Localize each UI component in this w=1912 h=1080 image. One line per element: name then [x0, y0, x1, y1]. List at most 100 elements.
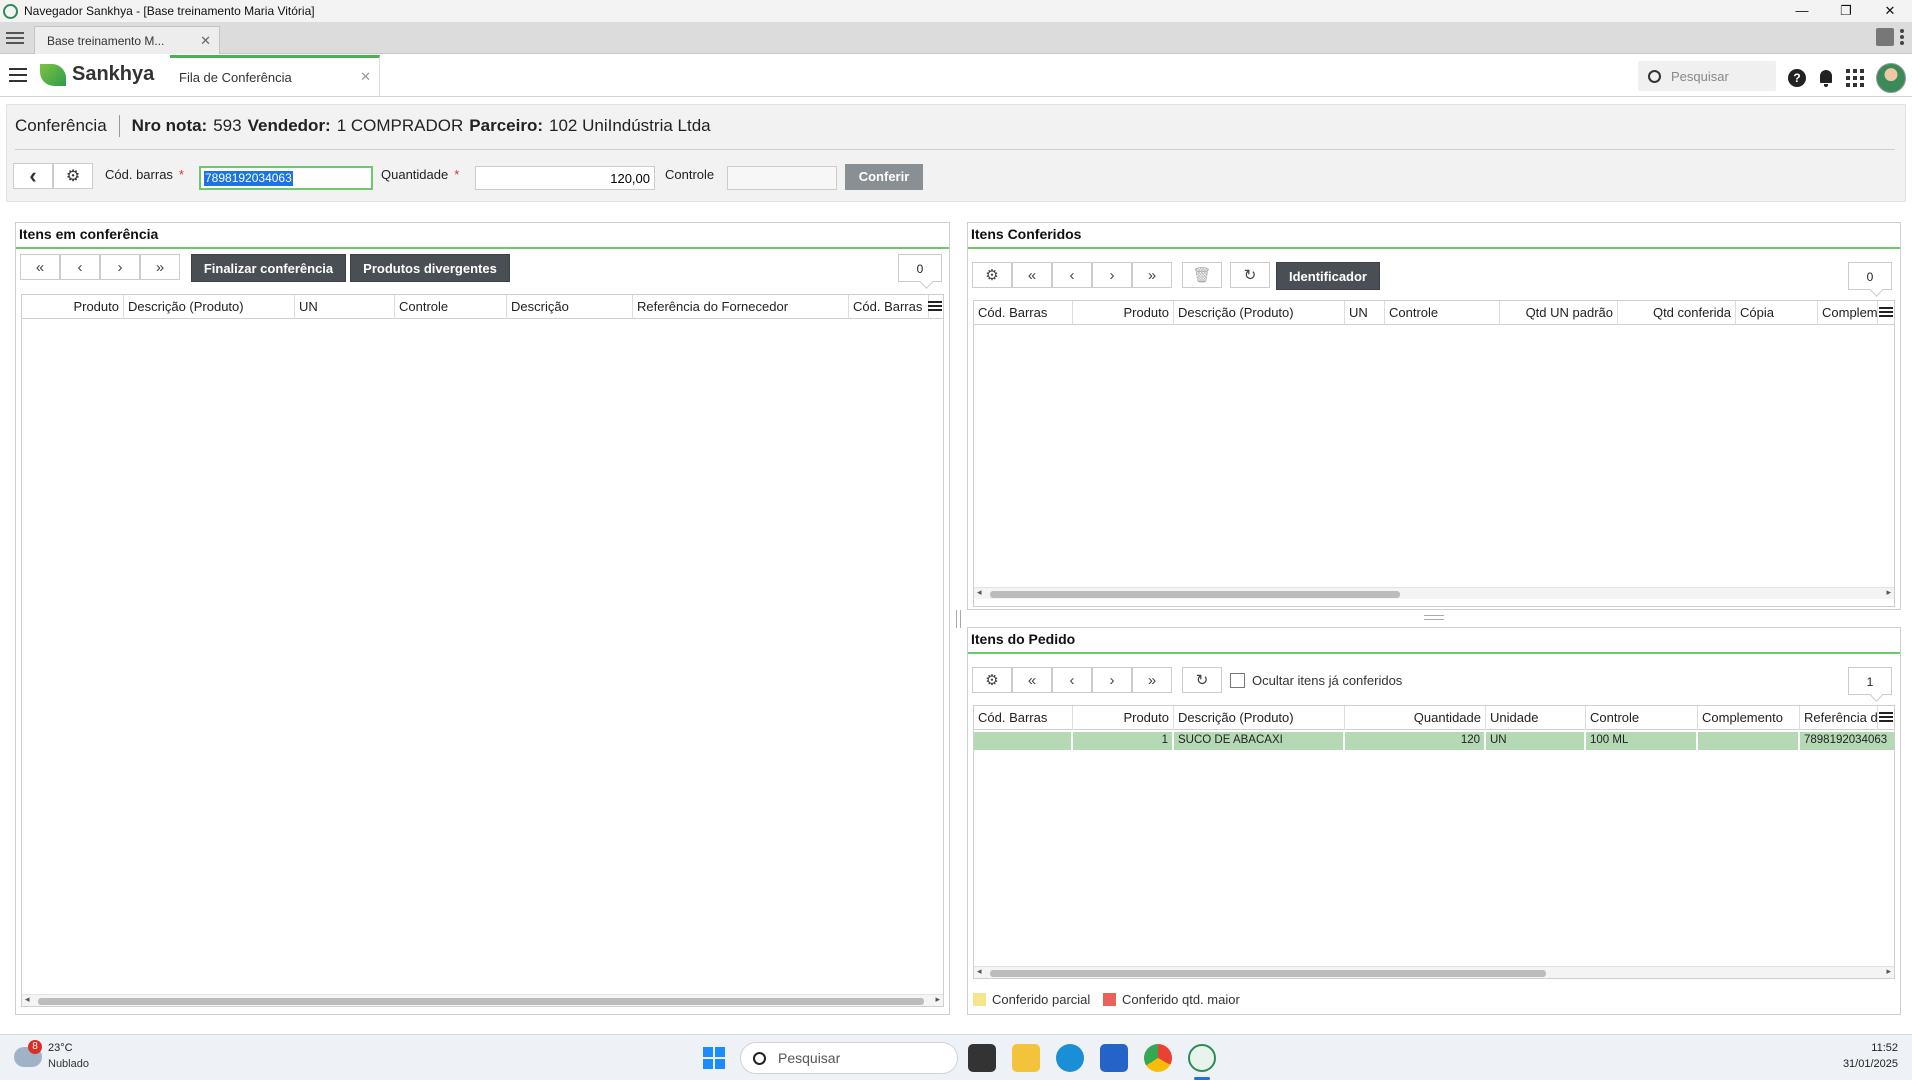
horizontal-splitter-handle[interactable]	[1424, 615, 1444, 620]
col-referencia-fornecedor[interactable]: Referência do Fornecedor	[633, 295, 849, 319]
edge-browser-icon[interactable]	[1056, 1044, 1084, 1072]
col-un[interactable]: UN	[1345, 301, 1385, 325]
minimize-button[interactable]: —	[1780, 0, 1824, 22]
controle-input[interactable]	[727, 166, 837, 190]
browser-tab-close-icon[interactable]: ✕	[200, 33, 211, 49]
last-page-button[interactable]: »	[1132, 667, 1172, 693]
chevron-left-icon: ‹	[77, 258, 83, 276]
col-descricao-produto[interactable]: Descrição (Produto)	[124, 295, 295, 319]
last-page-button[interactable]: »	[140, 254, 180, 280]
back-button[interactable]: ‹	[13, 163, 53, 189]
scroll-left-icon[interactable]: ◂	[25, 994, 30, 1005]
prev-page-button[interactable]: ‹	[1052, 262, 1092, 288]
notifications-bell-icon[interactable]	[1818, 69, 1834, 87]
next-page-button[interactable]: ›	[1092, 262, 1132, 288]
col-controle[interactable]: Controle	[1385, 301, 1500, 325]
scroll-right-icon[interactable]: ▸	[1886, 966, 1891, 977]
col-qtd-conferida[interactable]: Qtd conferida	[1618, 301, 1736, 325]
main-menu-icon[interactable]	[9, 68, 27, 83]
scroll-right-icon[interactable]: ▸	[1886, 587, 1891, 598]
scroll-right-icon[interactable]: ▸	[935, 994, 940, 1005]
col-complemento[interactable]: Complemento	[1698, 706, 1800, 730]
scroll-left-icon[interactable]: ◂	[977, 587, 982, 598]
col-referencia-fornecedor[interactable]: Referência do Fornecedor	[1800, 706, 1878, 730]
close-window-button[interactable]: ✕	[1868, 0, 1912, 22]
browser-tab[interactable]: Base treinamento M... ✕	[34, 26, 220, 54]
next-page-button[interactable]: ›	[1092, 667, 1132, 693]
taskbar-search[interactable]: Pesquisar	[740, 1042, 958, 1074]
col-cod-barras[interactable]: Cód. Barras	[849, 295, 929, 319]
restore-button[interactable]: ❐	[1824, 0, 1868, 22]
col-quantidade[interactable]: Quantidade	[1345, 706, 1486, 730]
next-page-button[interactable]: ›	[100, 254, 140, 280]
refresh-button[interactable]: ↻	[1230, 262, 1270, 288]
vertical-splitter-handle[interactable]	[956, 610, 961, 628]
scroll-thumb[interactable]	[38, 998, 924, 1005]
col-descricao-produto[interactable]: Descrição (Produto)	[1174, 706, 1345, 730]
sankhya-logo[interactable]: Sankhya	[40, 63, 154, 86]
clock-date[interactable]: 31/01/2025	[1843, 1058, 1898, 1070]
chrome-icon[interactable]	[1144, 1044, 1172, 1072]
col-descricao-produto[interactable]: Descrição (Produto)	[1174, 301, 1345, 325]
col-produto[interactable]: Produto	[1073, 706, 1174, 730]
clock-time[interactable]: 11:52	[1871, 1042, 1898, 1054]
task-view-icon[interactable]	[968, 1044, 996, 1072]
produtos-divergentes-button[interactable]: Produtos divergentes	[350, 254, 510, 282]
horizontal-scrollbar[interactable]: ◂ ▸	[974, 587, 1894, 599]
col-descricao[interactable]: Descrição	[507, 295, 633, 319]
table-row[interactable]: 1 SUCO DE ABACAXI 120 UN 100 ML 78981920…	[974, 732, 1894, 750]
col-un[interactable]: UN	[295, 295, 395, 319]
user-avatar[interactable]	[1876, 63, 1906, 93]
col-qtd-un-padrao[interactable]: Qtd UN padrão	[1500, 301, 1618, 325]
browser-menu-icon[interactable]	[6, 29, 24, 45]
first-page-button[interactable]: «	[1012, 262, 1052, 288]
first-page-button[interactable]: «	[1012, 667, 1052, 693]
col-controle[interactable]: Controle	[395, 295, 507, 319]
col-controle[interactable]: Controle	[1586, 706, 1698, 730]
col-unidade[interactable]: Unidade	[1486, 706, 1586, 730]
first-page-button[interactable]: «	[20, 254, 60, 280]
column-menu-icon[interactable]	[928, 301, 942, 313]
settings-button[interactable]: ⚙	[53, 163, 93, 189]
settings-button[interactable]: ⚙	[972, 667, 1012, 693]
col-cod-barras[interactable]: Cód. Barras	[974, 706, 1073, 730]
prev-page-button[interactable]: ‹	[60, 254, 100, 280]
col-produto[interactable]: Produto	[1073, 301, 1174, 325]
identificador-button[interactable]: Identificador	[1276, 262, 1380, 290]
ocultar-conferidos-label[interactable]: Ocultar itens já conferidos	[1252, 673, 1402, 688]
col-produto[interactable]: Produto	[22, 295, 124, 319]
windows-start-icon[interactable]	[703, 1047, 725, 1069]
store-icon[interactable]	[1100, 1044, 1128, 1072]
scroll-thumb[interactable]	[990, 970, 1546, 977]
conferir-button[interactable]: Conferir	[845, 164, 923, 190]
tab-fila-conferencia[interactable]: Fila de Conferência ✕	[170, 55, 380, 96]
global-search[interactable]: Pesquisar	[1638, 61, 1776, 91]
last-page-button[interactable]: »	[1132, 262, 1172, 288]
col-complemento[interactable]: Complemento	[1818, 301, 1878, 325]
apps-grid-icon[interactable]	[1846, 69, 1864, 87]
column-menu-icon[interactable]	[1879, 712, 1893, 724]
more-options-icon[interactable]	[1900, 29, 1904, 45]
scroll-thumb[interactable]	[990, 591, 1400, 598]
delete-button[interactable]: 🗑	[1182, 262, 1222, 288]
title-divider	[118, 115, 120, 137]
col-cod-barras[interactable]: Cód. Barras	[974, 301, 1073, 325]
horizontal-scrollbar[interactable]: ◂ ▸	[974, 966, 1894, 978]
scroll-left-icon[interactable]: ◂	[977, 966, 982, 977]
refresh-icon: ↻	[1195, 672, 1209, 689]
col-copia[interactable]: Cópia	[1736, 301, 1818, 325]
horizontal-scrollbar[interactable]: ◂ ▸	[22, 994, 943, 1006]
record-count: 0	[1848, 262, 1892, 290]
ocultar-conferidos-checkbox[interactable]	[1230, 673, 1245, 688]
refresh-button[interactable]: ↻	[1182, 667, 1222, 693]
tab-close-icon[interactable]: ✕	[360, 69, 371, 85]
extension-icon[interactable]	[1876, 28, 1894, 46]
file-explorer-icon[interactable]	[1012, 1044, 1040, 1072]
sankhya-taskbar-icon[interactable]	[1188, 1044, 1216, 1072]
column-menu-icon[interactable]	[1879, 307, 1893, 319]
settings-button[interactable]: ⚙	[972, 262, 1012, 288]
help-icon[interactable]: ?	[1788, 69, 1806, 87]
quantidade-input[interactable]	[475, 166, 655, 190]
finalizar-conferencia-button[interactable]: Finalizar conferência	[191, 254, 346, 282]
prev-page-button[interactable]: ‹	[1052, 667, 1092, 693]
